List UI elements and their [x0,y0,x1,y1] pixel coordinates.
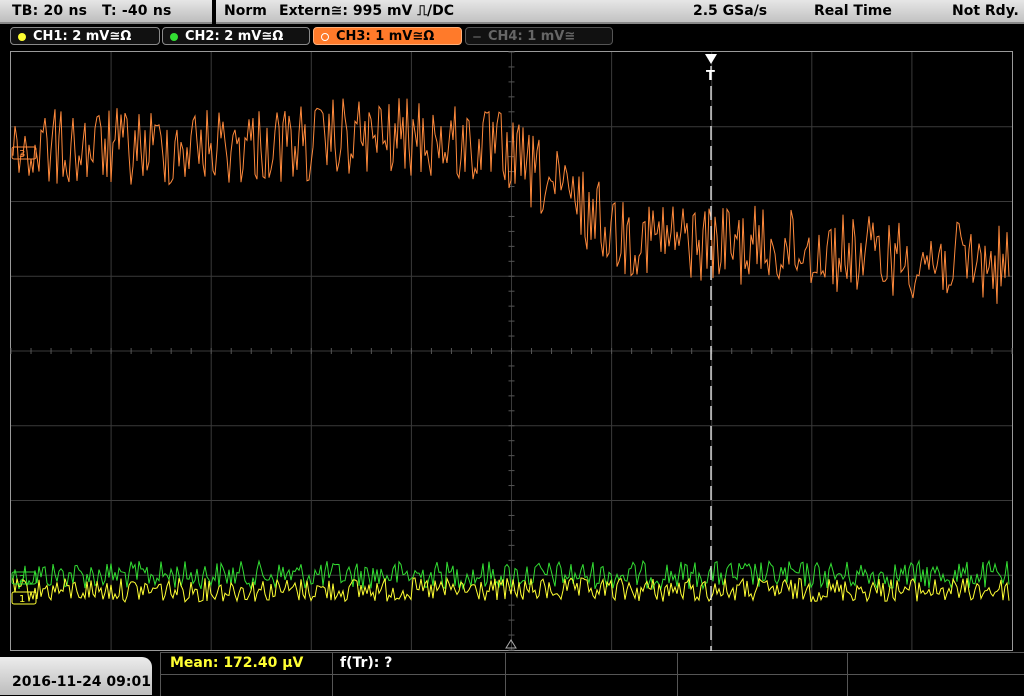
measurement-cell-empty[interactable] [160,674,333,696]
measurement-panel[interactable]: Mean: 172.40 µV f(Tr): ? [160,652,1024,696]
date-time-panel: 2016-11-24 09:01 [0,657,152,695]
ch3-marker-label: 3 [19,149,25,160]
measurement-cell-empty[interactable] [677,674,848,696]
measurement-cell-mean[interactable]: Mean: 172.40 µV [160,652,333,674]
ftr-measurement: f(Tr): ? [340,655,393,671]
date-time: 2016-11-24 09:01 [12,674,151,690]
measurement-cell-empty[interactable] [505,674,678,696]
measurement-cell-empty[interactable] [847,674,1024,696]
measurement-cell-ftr[interactable]: f(Tr): ? [332,652,506,674]
trigger-arrow-icon[interactable] [705,54,717,64]
measurement-cell-empty[interactable] [677,652,848,674]
measurement-cell-empty[interactable] [847,652,1024,674]
trigger-marker-label: T [706,69,715,84]
waveform-canvas[interactable]: T 3 2 1 [0,0,1024,695]
ch1-marker-label: 1 [19,594,25,605]
mean-measurement: Mean: 172.40 µV [170,655,304,671]
ch2-marker-label: 2 [19,574,25,585]
measurement-cell-empty[interactable] [332,674,506,696]
measurement-cell-empty[interactable] [505,652,678,674]
